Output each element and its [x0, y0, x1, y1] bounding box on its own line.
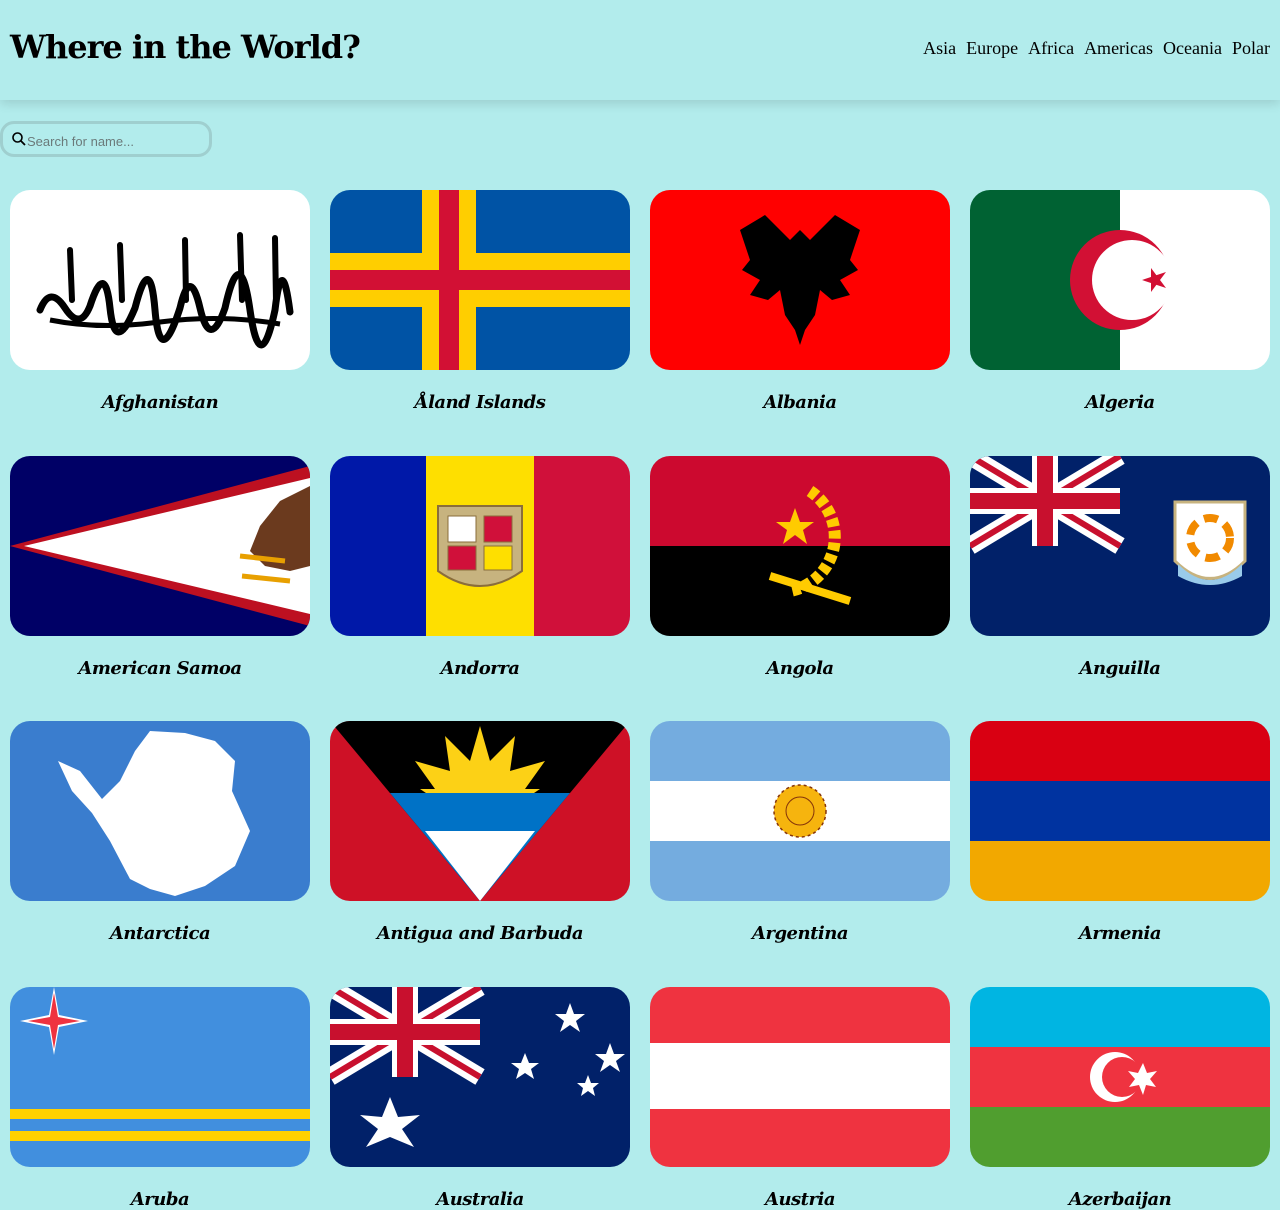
site-header: Where in the World? Asia Europe Africa A… [0, 0, 1280, 100]
search-input[interactable] [25, 129, 209, 153]
flag-angola[interactable] [650, 456, 950, 636]
country-card-afghanistan[interactable]: Afghanistan [10, 190, 310, 413]
country-name[interactable]: American Samoa [10, 658, 310, 679]
australia-flag-image [330, 987, 630, 1167]
nav-oceania[interactable]: Oceania [1163, 38, 1222, 59]
flag-andorra[interactable] [330, 456, 630, 636]
flag-armenia[interactable] [970, 721, 1270, 901]
nav-europe[interactable]: Europe [966, 38, 1018, 59]
country-name[interactable]: Albania [650, 392, 950, 413]
country-name[interactable]: Armenia [970, 923, 1270, 944]
flag-azerbaijan[interactable] [970, 987, 1270, 1167]
nav-americas[interactable]: Americas [1084, 38, 1153, 59]
antigua-flag-image [330, 721, 630, 901]
flag-albania[interactable] [650, 190, 950, 370]
nav-polar[interactable]: Polar [1232, 38, 1270, 59]
country-card-algeria[interactable]: Algeria [970, 190, 1270, 413]
country-name[interactable]: Australia [330, 1189, 630, 1210]
country-card-angola[interactable]: Angola [650, 456, 950, 679]
country-card-albania[interactable]: Albania [650, 190, 950, 413]
angola-flag-image [650, 456, 950, 636]
country-card-argentina[interactable]: Argentina [650, 721, 950, 944]
aland-flag-image [330, 190, 630, 370]
flag-aland-islands[interactable] [330, 190, 630, 370]
country-name[interactable]: Åland Islands [330, 392, 630, 413]
country-card-austria[interactable]: Austria [650, 987, 950, 1210]
region-nav: Asia Europe Africa Americas Oceania Pola… [923, 38, 1270, 59]
flag-argentina[interactable] [650, 721, 950, 901]
country-card-andorra[interactable]: Andorra [330, 456, 630, 679]
flag-american-samoa[interactable] [10, 456, 310, 636]
country-card-armenia[interactable]: Armenia [970, 721, 1270, 944]
flag-aruba[interactable] [10, 987, 310, 1167]
site-title: Where in the World? [10, 28, 361, 66]
antarctica-flag-image [10, 721, 310, 901]
country-name[interactable]: Algeria [970, 392, 1270, 413]
country-name[interactable]: Antarctica [10, 923, 310, 944]
nav-africa[interactable]: Africa [1028, 38, 1074, 59]
andorra-flag-image [330, 456, 630, 636]
country-card-aland-islands[interactable]: Åland Islands [330, 190, 630, 413]
azerbaijan-flag-image [970, 987, 1270, 1167]
anguilla-flag-image [970, 456, 1270, 636]
flag-afghanistan[interactable] [10, 190, 310, 370]
flag-antarctica[interactable] [10, 721, 310, 901]
armenia-flag-image [970, 721, 1270, 901]
country-card-anguilla[interactable]: Anguilla [970, 456, 1270, 679]
country-card-aruba[interactable]: Aruba [10, 987, 310, 1210]
country-name[interactable]: Argentina [650, 923, 950, 944]
country-card-antigua-and-barbuda[interactable]: Antigua and Barbuda [330, 721, 630, 944]
search-box[interactable] [0, 121, 212, 157]
flag-anguilla[interactable] [970, 456, 1270, 636]
country-name[interactable]: Andorra [330, 658, 630, 679]
country-name[interactable]: Austria [650, 1189, 950, 1210]
country-name[interactable]: Angola [650, 658, 950, 679]
flag-antigua-and-barbuda[interactable] [330, 721, 630, 901]
austria-flag-image [650, 987, 950, 1167]
american-samoa-flag-image [10, 456, 310, 636]
argentina-flag-image [650, 721, 950, 901]
country-card-azerbaijan[interactable]: Azerbaijan [970, 987, 1270, 1210]
country-card-antarctica[interactable]: Antarctica [10, 721, 310, 944]
country-name[interactable]: Aruba [10, 1189, 310, 1210]
afghanistan-flag-image [10, 190, 310, 370]
flag-algeria[interactable] [970, 190, 1270, 370]
albania-flag-image [650, 190, 950, 370]
country-card-american-samoa[interactable]: American Samoa [10, 456, 310, 679]
country-name[interactable]: Afghanistan [10, 392, 310, 413]
flag-australia[interactable] [330, 987, 630, 1167]
country-name[interactable]: Azerbaijan [970, 1189, 1270, 1210]
algeria-flag-image [970, 190, 1270, 370]
country-card-australia[interactable]: Australia [330, 987, 630, 1210]
country-name[interactable]: Anguilla [970, 658, 1270, 679]
aruba-flag-image [10, 987, 310, 1167]
nav-asia[interactable]: Asia [923, 38, 956, 59]
country-name[interactable]: Antigua and Barbuda [330, 923, 630, 944]
flag-austria[interactable] [650, 987, 950, 1167]
